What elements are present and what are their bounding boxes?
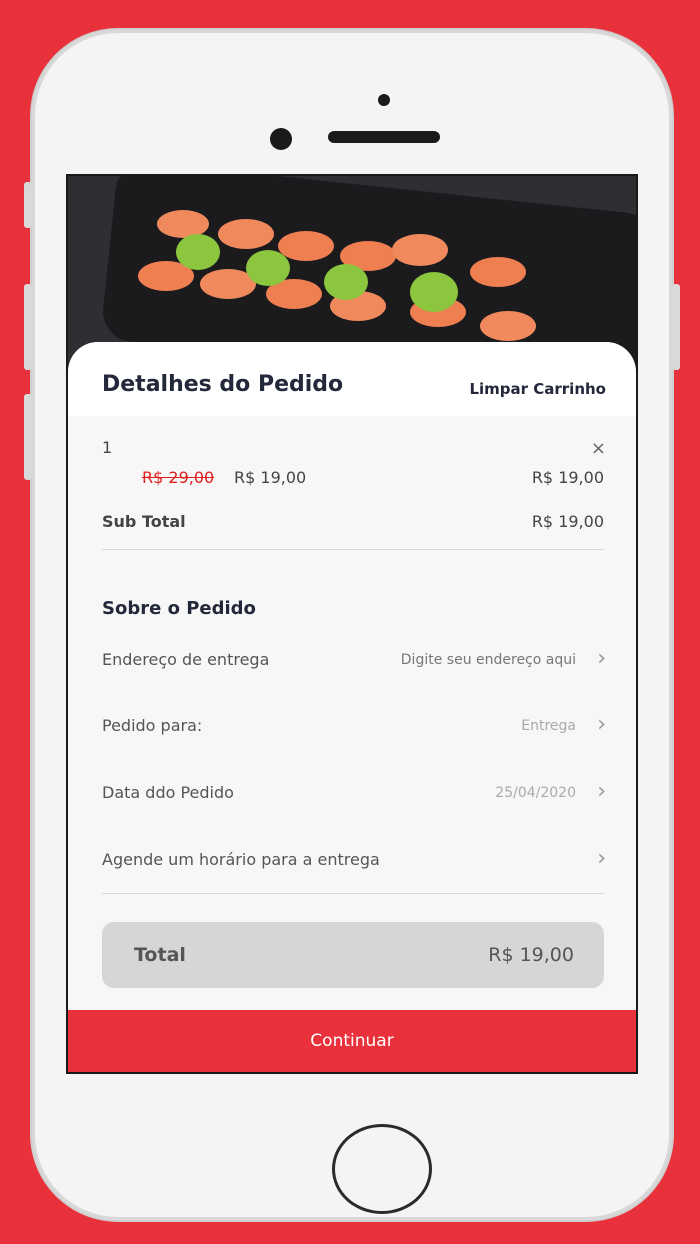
row-value: Entrega (521, 718, 576, 734)
volume-down-button (24, 394, 32, 480)
home-button[interactable] (332, 1124, 432, 1214)
total-label: Total (134, 944, 186, 966)
subtotal-value: R$ 19,00 (531, 512, 604, 531)
mute-switch (24, 182, 32, 228)
remove-item-icon[interactable]: × (591, 438, 606, 459)
item-old-price: R$ 29,00 (142, 468, 215, 487)
row-label: Agende um horário para a entrega (102, 850, 380, 869)
divider (102, 893, 604, 894)
item-new-price: R$ 19,00 (234, 468, 307, 487)
app-screen: Detalhes do Pedido Limpar Carrinho 1 × R… (66, 174, 638, 1074)
total-value: R$ 19,00 (488, 944, 574, 966)
chevron-right-icon: › (597, 846, 606, 871)
row-label: Pedido para: (102, 716, 203, 735)
delivery-address-row[interactable]: Endereço de entrega Digite seu endereço … (102, 644, 606, 678)
row-value: Digite seu endereço aqui (400, 652, 576, 668)
subtotal-label: Sub Total (102, 512, 186, 531)
chevron-right-icon: › (597, 712, 606, 737)
sheet-header: Detalhes do Pedido Limpar Carrinho (68, 342, 636, 416)
page-title: Detalhes do Pedido (102, 372, 344, 397)
row-label: Endereço de entrega (102, 650, 270, 669)
power-button (672, 284, 680, 370)
order-date-row[interactable]: Data ddo Pedido 25/04/2020 › (102, 777, 606, 811)
row-label: Data ddo Pedido (102, 783, 234, 802)
chevron-right-icon: › (597, 646, 606, 671)
volume-up-button (24, 284, 32, 370)
section-title: Sobre o Pedido (102, 598, 256, 619)
continue-button[interactable]: Continuar (68, 1010, 636, 1072)
divider (102, 549, 604, 550)
schedule-time-row[interactable]: Agende um horário para a entrega › (102, 844, 606, 878)
earpiece-speaker (328, 131, 440, 143)
order-type-row[interactable]: Pedido para: Entrega › (102, 710, 606, 744)
item-quantity: 1 (102, 438, 113, 457)
item-line-total: R$ 19,00 (531, 468, 604, 487)
chevron-right-icon: › (597, 779, 606, 804)
clear-cart-button[interactable]: Limpar Carrinho (469, 380, 606, 398)
total-box: Total R$ 19,00 (102, 922, 604, 988)
front-camera (270, 128, 292, 150)
proximity-sensor (378, 94, 390, 106)
row-value: 25/04/2020 (495, 785, 576, 801)
